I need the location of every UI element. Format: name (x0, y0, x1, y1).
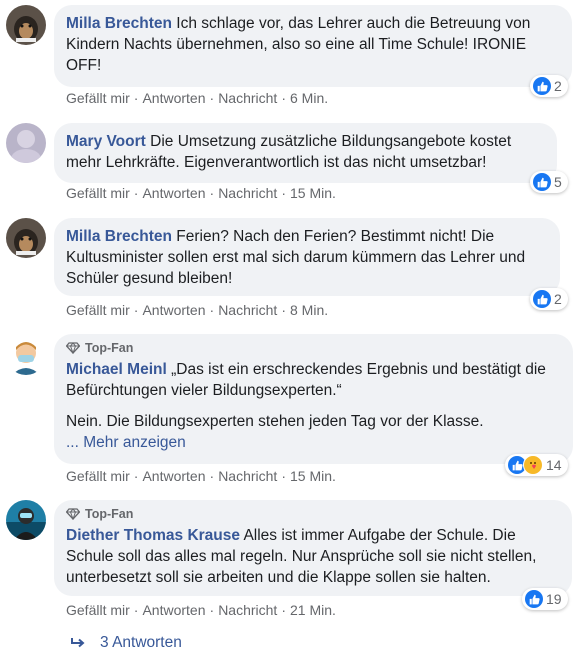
timestamp[interactable]: 21 Min. (290, 602, 336, 618)
like-link[interactable]: Gefällt mir (66, 468, 130, 484)
reply-link[interactable]: Antworten (142, 90, 205, 106)
timestamp[interactable]: 15 Min. (290, 468, 336, 484)
comment-actions: Gefällt mir · Antworten · Nachricht · 21 Min. (66, 602, 336, 618)
reaction-count-label: 5 (554, 174, 562, 190)
message-link[interactable]: Nachricht (218, 468, 277, 484)
comment-actions: Gefällt mir · Antworten · Nachricht · 8 Min. (66, 302, 329, 318)
top-fan-label: Top-Fan (85, 341, 134, 355)
thumbs-up-icon (533, 290, 551, 308)
like-link[interactable]: Gefällt mir (66, 90, 130, 106)
comment-actions: Gefällt mir · Antworten · Nachricht · 6 Min. (66, 90, 329, 106)
comment-bubble: Top-Fan Diether Thomas Krause Alles ist … (54, 500, 572, 596)
care-icon (523, 455, 543, 475)
comment-bubble: Milla Brechten Ferien? Nach den Ferien? … (54, 218, 560, 296)
reply-link[interactable]: Antworten (142, 602, 205, 618)
thumbs-up-icon (533, 77, 551, 95)
message-link[interactable]: Nachricht (218, 90, 277, 106)
comment-text-paragraph: Nein. Die Bildungsexperten stehen jeden … (66, 413, 484, 430)
like-link[interactable]: Gefällt mir (66, 185, 130, 201)
comment-author[interactable]: Michael Meinl (66, 361, 167, 378)
view-replies-link[interactable]: 3 Antworten (70, 634, 182, 652)
reaction-count[interactable]: 2 (530, 288, 568, 310)
see-more-link[interactable]: ... Mehr anzeigen (66, 432, 561, 453)
reply-link[interactable]: Antworten (142, 302, 205, 318)
top-fan-label: Top-Fan (85, 507, 134, 521)
comment-bubble: Milla Brechten Ich schlage vor, das Lehr… (54, 5, 572, 87)
timestamp[interactable]: 8 Min. (290, 302, 328, 318)
avatar[interactable] (6, 5, 46, 45)
reaction-count[interactable]: 5 (530, 171, 568, 193)
diamond-icon (66, 342, 80, 354)
comment-actions: Gefällt mir · Antworten · Nachricht · 15 Min. (66, 185, 336, 201)
avatar[interactable] (6, 218, 46, 258)
comment-bubble: Mary Voort Die Umsetzung zusätzliche Bil… (54, 123, 557, 183)
comment-author[interactable]: Milla Brechten (66, 228, 172, 245)
top-fan-badge: Top-Fan (66, 506, 560, 522)
reaction-count-label: 2 (554, 291, 562, 307)
timestamp[interactable]: 6 Min. (290, 90, 328, 106)
reaction-count[interactable]: 14 (505, 454, 568, 476)
top-fan-badge: Top-Fan (66, 340, 561, 356)
thumbs-up-icon (525, 590, 543, 608)
like-link[interactable]: Gefällt mir (66, 302, 130, 318)
like-link[interactable]: Gefällt mir (66, 602, 130, 618)
reaction-count[interactable]: 19 (522, 588, 568, 610)
avatar[interactable] (6, 335, 46, 375)
comment-actions: Gefällt mir · Antworten · Nachricht · 15 Min. (66, 468, 336, 484)
reaction-count-label: 2 (554, 78, 562, 94)
thumbs-up-icon (533, 173, 551, 191)
avatar[interactable] (6, 123, 46, 163)
avatar[interactable] (6, 500, 46, 540)
message-link[interactable]: Nachricht (218, 602, 277, 618)
reply-link[interactable]: Antworten (142, 185, 205, 201)
reply-link[interactable]: Antworten (142, 468, 205, 484)
view-replies-label[interactable]: 3 Antworten (100, 634, 182, 652)
message-link[interactable]: Nachricht (218, 185, 277, 201)
comment-bubble: Top-Fan Michael Meinl „Das ist ein ersch… (54, 334, 573, 464)
reaction-count[interactable]: 2 (530, 75, 568, 97)
reaction-count-label: 19 (546, 591, 562, 607)
reaction-count-label: 14 (546, 457, 562, 473)
comment-author[interactable]: Mary Voort (66, 133, 146, 150)
comment-author[interactable]: Diether Thomas Krause (66, 527, 240, 544)
comment-author[interactable]: Milla Brechten (66, 15, 172, 32)
timestamp[interactable]: 15 Min. (290, 185, 336, 201)
reply-arrow-icon (71, 638, 85, 648)
message-link[interactable]: Nachricht (218, 302, 277, 318)
diamond-icon (66, 508, 80, 520)
